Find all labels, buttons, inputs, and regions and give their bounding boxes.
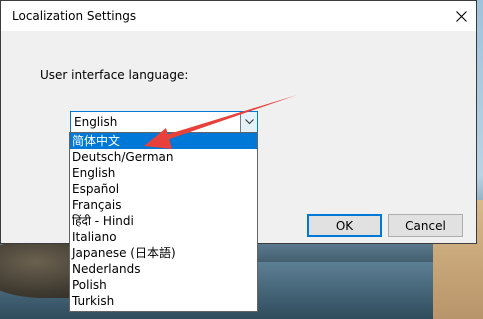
cancel-button[interactable]: Cancel bbox=[388, 214, 463, 237]
language-option-french[interactable]: Français bbox=[70, 197, 257, 213]
language-option-english[interactable]: English bbox=[70, 165, 257, 181]
language-option-italian[interactable]: Italiano bbox=[70, 229, 257, 245]
language-combobox[interactable]: English bbox=[70, 111, 258, 133]
close-button[interactable] bbox=[446, 1, 476, 31]
language-combobox-value: English bbox=[74, 115, 118, 129]
language-dropdown-list: 简体中文 Deutsch/German English Español Fran… bbox=[69, 132, 258, 312]
language-option-spanish[interactable]: Español bbox=[70, 181, 257, 197]
ok-button[interactable]: OK bbox=[307, 214, 382, 237]
language-option-german[interactable]: Deutsch/German bbox=[70, 149, 257, 165]
language-option-dutch[interactable]: Nederlands bbox=[70, 261, 257, 277]
language-option-japanese[interactable]: Japanese (日本語) bbox=[70, 245, 257, 261]
language-option-turkish[interactable]: Turkish bbox=[70, 293, 257, 309]
dropdown-toggle-button[interactable] bbox=[240, 112, 257, 132]
language-option-hindi[interactable]: हिंदी - Hindi bbox=[70, 213, 257, 229]
language-option-polish[interactable]: Polish bbox=[70, 277, 257, 293]
title-bar: Localization Settings bbox=[1, 1, 476, 31]
dialog-title: Localization Settings bbox=[12, 9, 137, 23]
language-label: User interface language: bbox=[40, 68, 189, 82]
close-icon bbox=[455, 10, 467, 22]
language-option-chinese[interactable]: 简体中文 bbox=[70, 133, 257, 149]
chevron-down-icon bbox=[244, 119, 254, 125]
